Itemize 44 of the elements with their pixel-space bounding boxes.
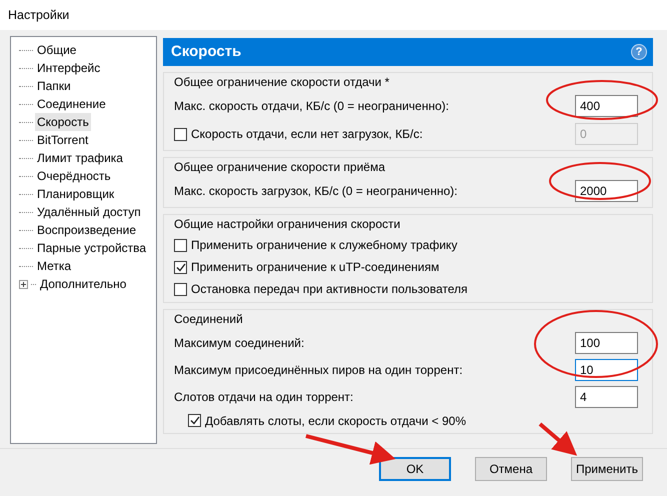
dialog-button[interactable]: Применить <box>571 457 643 481</box>
checkbox[interactable] <box>174 238 187 252</box>
tree-item[interactable]: Удалённый доступ <box>35 203 143 221</box>
checkbox-label: Скорость отдачи, если нет загрузок, КБ/с: <box>191 126 423 143</box>
tree-item[interactable]: BitTorrent <box>35 131 90 149</box>
section-title: Скорость <box>171 42 242 62</box>
pointer-arrow <box>538 422 578 456</box>
tree-item[interactable]: Метка <box>35 257 74 275</box>
input-field[interactable]: 4 <box>575 386 638 408</box>
tree-item[interactable]: Очерёдность <box>35 167 113 185</box>
checkbox-label: Остановка передач при активности пользователя <box>191 281 468 298</box>
tree-item[interactable]: Парные устройства <box>35 239 148 257</box>
tree-item[interactable]: Папки <box>35 77 73 95</box>
checkbox-label: Добавлять слоты, если скорость отдачи < 90% <box>205 412 466 430</box>
expand-icon[interactable] <box>19 280 28 288</box>
group-title: Общее ограничение скорости приёма <box>174 159 386 176</box>
checkbox[interactable] <box>188 414 201 427</box>
group-title: Общее ограничение скорости отдачи * <box>174 74 390 91</box>
field-label: Макс. скорость отдачи, КБ/с (0 = неограниченно): <box>174 98 449 115</box>
group-title: Общие настройки ограничения скорости <box>174 216 402 233</box>
field-label: Максимум присоединённых пиров на один торрент: <box>174 362 463 378</box>
input-field[interactable]: 100 <box>575 332 638 354</box>
tree-item[interactable]: Соединение <box>35 95 108 113</box>
window-title: Настройки <box>8 8 70 22</box>
dialog-button[interactable]: OK <box>379 457 451 481</box>
tree-item[interactable]: Интерфейс <box>35 59 102 77</box>
input-field[interactable]: 2000 <box>575 180 638 202</box>
checkbox-label: Применить ограничение к uTP-соединениям <box>191 259 440 276</box>
tree-item[interactable]: Скорость <box>35 113 91 131</box>
tree-item[interactable]: Воспроизведение <box>35 221 138 239</box>
tree-item[interactable]: Лимит трафика <box>35 149 125 167</box>
checkbox[interactable] <box>174 260 187 274</box>
tree-item[interactable]: Дополнительно <box>38 275 128 293</box>
group-title: Соединений <box>174 311 244 328</box>
tree-item[interactable]: Планировщик <box>35 185 116 203</box>
tree-item[interactable]: Общие <box>35 41 78 59</box>
field-label: Максимум соединений: <box>174 334 304 352</box>
input-field[interactable]: 10 <box>575 358 638 380</box>
dialog-button[interactable]: Отмена <box>475 457 547 481</box>
field-label: Макс. скорость загрузок, КБ/с (0 = неограниченно): <box>174 183 458 200</box>
checkbox-label: Применить ограничение к служебному трафику <box>191 237 458 254</box>
input-field[interactable]: 400 <box>575 95 638 117</box>
checkbox[interactable] <box>174 282 187 296</box>
field-label: Слотов отдачи на один торрент: <box>174 388 354 406</box>
